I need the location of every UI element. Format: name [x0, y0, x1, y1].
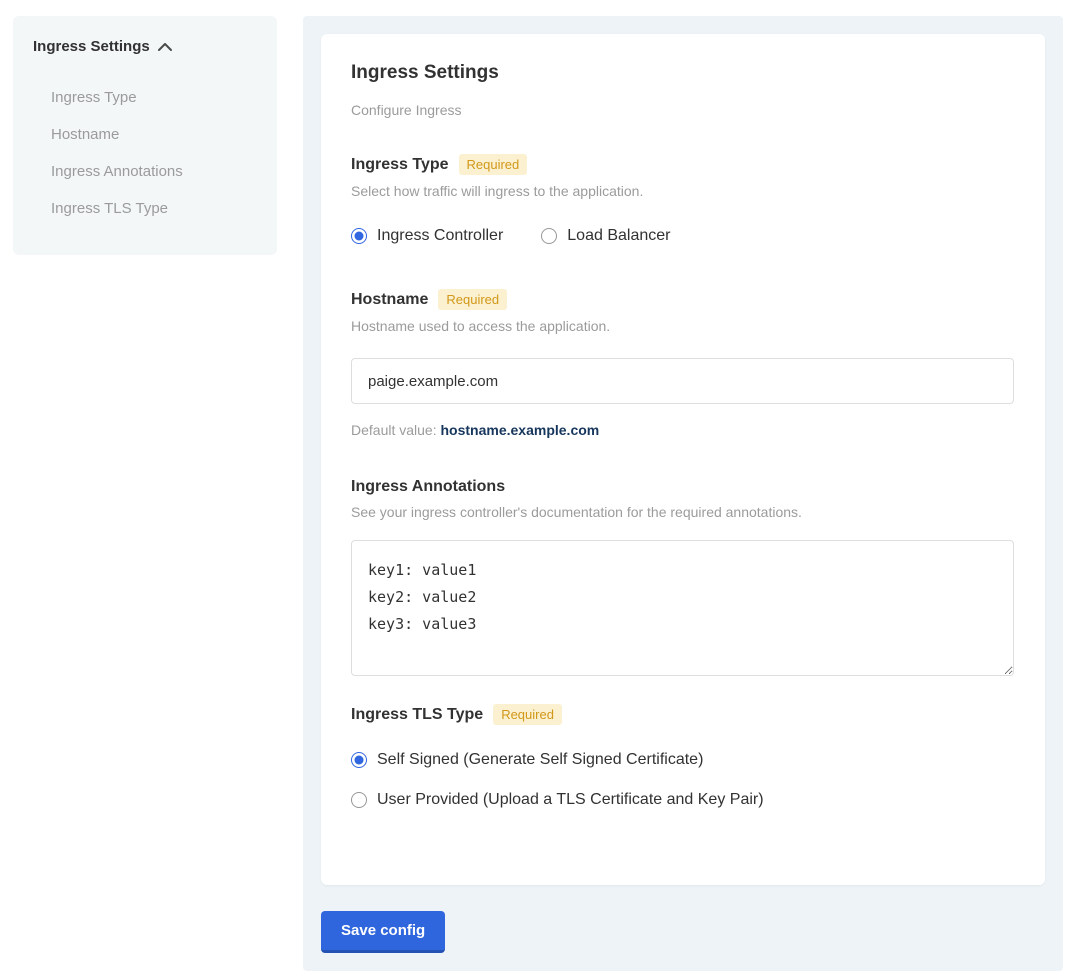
- sidebar-item-ingress-type[interactable]: Ingress Type: [33, 79, 257, 116]
- page-subtitle: Configure Ingress: [351, 102, 1015, 118]
- radio-user-provided[interactable]: User Provided (Upload a TLS Certificate …: [351, 791, 1015, 809]
- sidebar-group-label: Ingress Settings: [33, 38, 150, 55]
- section-ingress-annotations: Ingress Annotations See your ingress con…: [351, 478, 1015, 676]
- required-badge: Required: [459, 154, 528, 175]
- tls-title: Ingress TLS Type: [351, 706, 483, 724]
- ingress-type-options: Ingress Controller Load Balancer: [351, 227, 1015, 245]
- config-page: Ingress Settings Ingress Type Hostname I…: [0, 0, 1090, 971]
- annotations-title: Ingress Annotations: [351, 478, 505, 496]
- page-title: Ingress Settings: [351, 62, 1015, 84]
- hostname-default-line: Default value: hostname.example.com: [351, 422, 1015, 438]
- hostname-input[interactable]: [351, 358, 1014, 404]
- config-card: Ingress Settings Configure Ingress Ingre…: [321, 34, 1045, 885]
- section-ingress-tls-type: Ingress TLS Type Required Self Signed (G…: [351, 704, 1015, 809]
- annotations-textarea[interactable]: key1: value1 key2: value2 key3: value3: [351, 540, 1014, 676]
- hostname-help: Hostname used to access the application.: [351, 318, 1015, 334]
- tls-options: Self Signed (Generate Self Signed Certif…: [351, 751, 1015, 809]
- radio-ingress-controller[interactable]: Ingress Controller: [351, 227, 503, 245]
- save-config-button[interactable]: Save config: [321, 911, 445, 953]
- sidebar-item-ingress-annotations[interactable]: Ingress Annotations: [33, 153, 257, 190]
- config-content: Ingress Settings Configure Ingress Ingre…: [303, 16, 1063, 971]
- sidebar-group-ingress-settings[interactable]: Ingress Settings: [33, 38, 257, 55]
- radio-load-balancer[interactable]: Load Balancer: [541, 227, 670, 245]
- sidebar-nav: Ingress Type Hostname Ingress Annotation…: [33, 79, 257, 227]
- section-hostname: Hostname Required Hostname used to acces…: [351, 289, 1015, 438]
- required-badge: Required: [438, 289, 507, 310]
- radio-button-icon: [351, 792, 367, 808]
- annotations-help: See your ingress controller's documentat…: [351, 504, 1015, 520]
- section-ingress-type: Ingress Type Required Select how traffic…: [351, 154, 1015, 245]
- chevron-up-icon: [158, 43, 172, 51]
- radio-self-signed[interactable]: Self Signed (Generate Self Signed Certif…: [351, 751, 1015, 769]
- required-badge: Required: [493, 704, 562, 725]
- radio-button-icon: [541, 228, 557, 244]
- radio-button-icon: [351, 228, 367, 244]
- hostname-default-value: hostname.example.com: [441, 422, 600, 438]
- sidebar-item-hostname[interactable]: Hostname: [33, 116, 257, 153]
- ingress-type-title: Ingress Type: [351, 156, 449, 174]
- hostname-default-prefix: Default value:: [351, 422, 441, 438]
- radio-load-balancer-label: Load Balancer: [567, 227, 670, 245]
- radio-ingress-controller-label: Ingress Controller: [377, 227, 503, 245]
- radio-self-signed-label: Self Signed (Generate Self Signed Certif…: [377, 751, 703, 769]
- sidebar-item-ingress-tls-type[interactable]: Ingress TLS Type: [33, 190, 257, 227]
- radio-user-provided-label: User Provided (Upload a TLS Certificate …: [377, 791, 764, 809]
- hostname-title: Hostname: [351, 291, 428, 309]
- ingress-type-help: Select how traffic will ingress to the a…: [351, 183, 1015, 199]
- radio-button-icon: [351, 752, 367, 768]
- config-nav-sidebar: Ingress Settings Ingress Type Hostname I…: [13, 16, 277, 255]
